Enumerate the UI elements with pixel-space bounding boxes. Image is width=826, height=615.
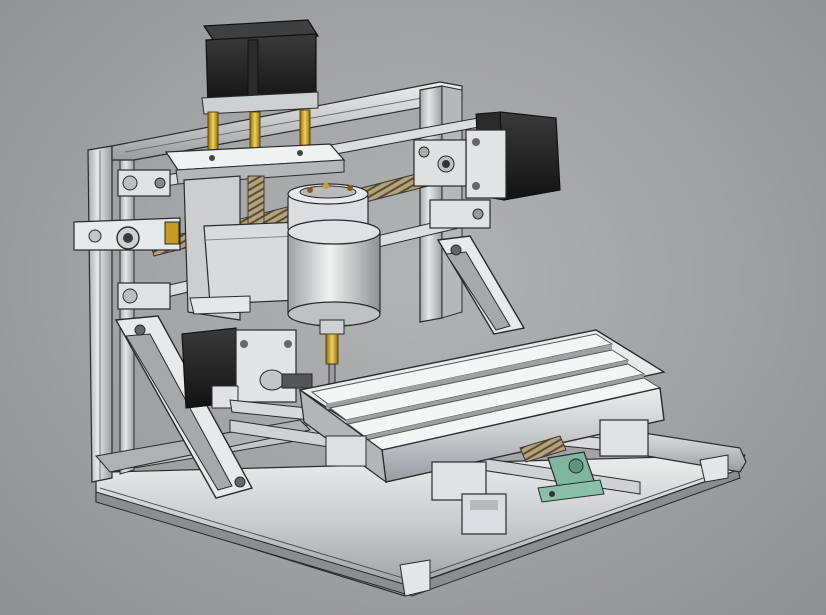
spindle-clamp xyxy=(203,221,301,305)
cutting-bit xyxy=(325,333,339,365)
motor-mount-plate xyxy=(465,129,507,199)
cnc-router-model xyxy=(73,19,747,597)
cad-viewport xyxy=(0,0,826,615)
front-support xyxy=(461,493,507,535)
spindle-motor xyxy=(287,183,381,385)
y-stepper-motor xyxy=(181,327,313,409)
